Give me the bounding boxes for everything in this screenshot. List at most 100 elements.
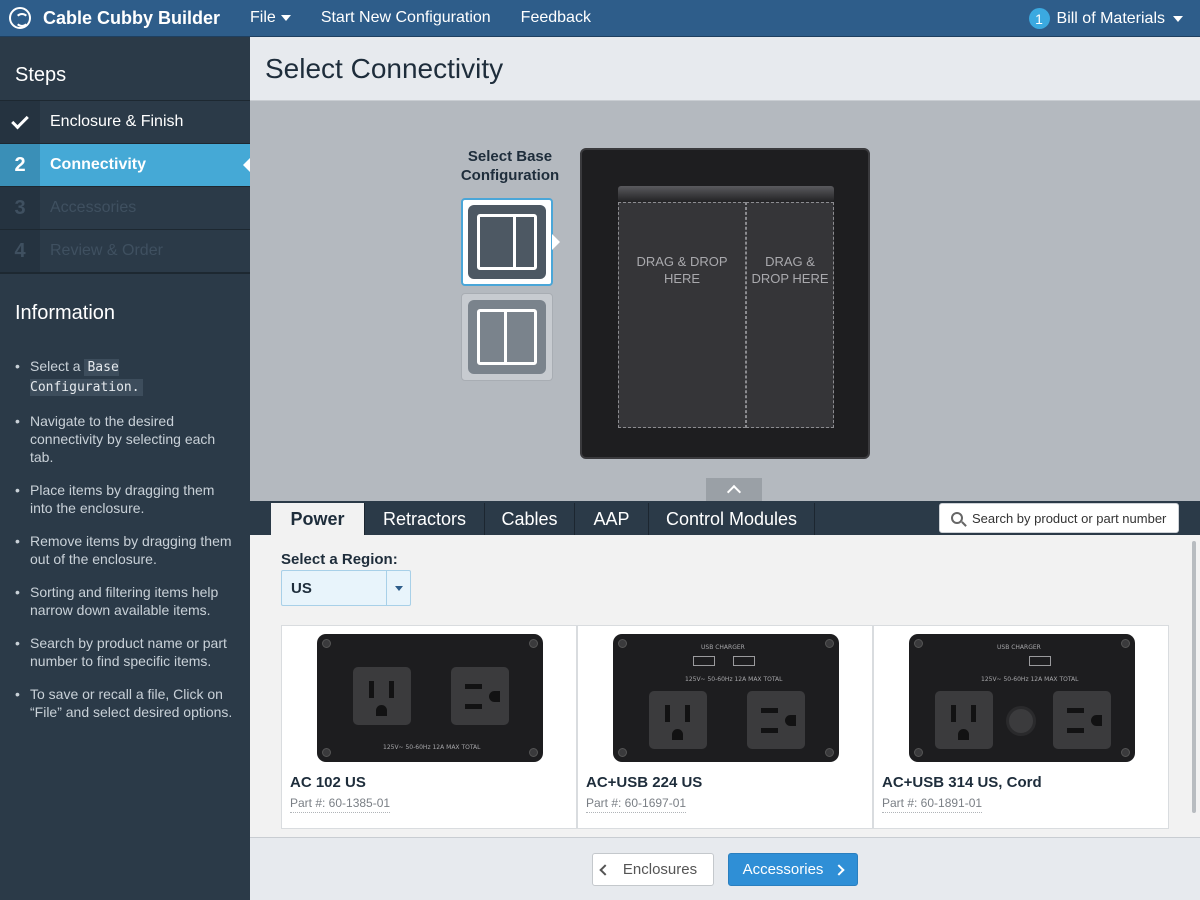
cord-grommet-icon [1006, 706, 1036, 736]
screw [618, 748, 627, 757]
back-button-label: Enclosures [622, 861, 698, 878]
usb-port-icon [733, 656, 755, 666]
base-config-preview [468, 205, 546, 279]
info-item-text: Select a [30, 358, 81, 374]
configuration-stage: Select Base Configuration DRAG & DROP HE… [250, 101, 1200, 501]
back-to-enclosures-button[interactable]: Enclosures [592, 853, 714, 886]
screw [914, 748, 923, 757]
screw [1121, 748, 1130, 757]
step-complete-marker [0, 101, 40, 143]
usb-port-icon [1029, 656, 1051, 666]
plate-rating-text: 125V~ 50-60Hz 12A MAX TOTAL [383, 744, 481, 751]
step-accessories: 3 Accessories [0, 187, 250, 230]
product-panel-scrollbar[interactable] [1192, 541, 1196, 813]
information-list: Select a Base Configuration. Navigate to… [0, 349, 250, 721]
caret-down-icon [280, 15, 291, 21]
next-button-label: Accessories [742, 861, 824, 878]
drop-zone-left[interactable]: DRAG & DROP HERE [618, 202, 746, 428]
step-enclosure-finish[interactable]: Enclosure & Finish [0, 101, 250, 144]
tab-aap[interactable]: AAP [575, 503, 649, 535]
split-layout-icon [477, 309, 537, 365]
region-select[interactable]: US [281, 570, 411, 606]
connectivity-tabs: Power Retractors Cables AAP Control Modu… [250, 501, 1200, 535]
screw [322, 639, 331, 648]
enclosure-preview: DRAG & DROP HERE DRAG & DROP HERE [580, 148, 870, 459]
info-item: Search by product name or part number to… [15, 634, 235, 670]
step-number: 2 [0, 144, 40, 186]
caret-down-icon [1173, 15, 1183, 22]
top-bar: Cable Cubby Builder File Start New Confi… [0, 0, 1200, 37]
enclosure-well: DRAG & DROP HERE DRAG & DROP HERE [618, 202, 834, 428]
screw [914, 639, 923, 648]
drop-zone-right[interactable]: DRAG & DROP HERE [746, 202, 834, 428]
product-part-number: Part #: 60-1891-01 [882, 796, 983, 813]
step-number: 3 [0, 187, 40, 229]
product-name: AC 102 US [290, 774, 366, 791]
feedback-link[interactable]: Feedback [521, 9, 591, 27]
step-review-order: 4 Review & Order [0, 230, 250, 273]
next-accessories-button[interactable]: Accessories [728, 853, 858, 886]
info-item: Sorting and filtering items help narrow … [15, 583, 235, 619]
footer-nav: Enclosures Accessories [250, 837, 1200, 900]
main-content: Select Connectivity Select Base Configur… [250, 37, 1200, 900]
app-logo-icon [9, 7, 31, 29]
product-card[interactable]: USB CHARGER 125V~ 50-60Hz 12A MAX TOTAL … [873, 625, 1169, 829]
screw [529, 639, 538, 648]
step-label: Accessories [50, 199, 137, 216]
step-connectivity[interactable]: 2 Connectivity [0, 144, 250, 187]
enclosure-lid [618, 186, 834, 202]
product-name: AC+USB 224 US [586, 774, 703, 791]
product-image-acusb314: USB CHARGER 125V~ 50-60Hz 12A MAX TOTAL [909, 634, 1135, 762]
start-new-configuration-link[interactable]: Start New Configuration [321, 9, 491, 27]
base-config-option-even[interactable] [461, 293, 553, 381]
chevron-right-icon [833, 863, 846, 876]
product-image-acusb224: USB CHARGER 125V~ 50-60Hz 12A MAX TOTAL [613, 634, 839, 762]
usb-charger-label: USB CHARGER [701, 644, 745, 651]
tab-control-modules[interactable]: Control Modules [649, 503, 815, 535]
chevron-left-icon [599, 863, 611, 876]
ac-outlet-icon [747, 691, 805, 749]
tab-cables[interactable]: Cables [485, 503, 575, 535]
product-part-number: Part #: 60-1385-01 [290, 796, 391, 813]
tab-retractors[interactable]: Retractors [365, 503, 485, 535]
step-number: 4 [0, 230, 40, 272]
step-label: Enclosure & Finish [50, 113, 184, 130]
info-item: To save or recall a file, Click on “File… [15, 685, 235, 721]
base-config-preview [468, 300, 546, 374]
usb-port-icon [693, 656, 715, 666]
step-label: Connectivity [50, 156, 147, 173]
search-icon [951, 512, 963, 524]
ac-outlet-icon [1053, 691, 1111, 749]
region-value: US [291, 579, 312, 597]
chevron-up-icon [726, 484, 742, 500]
base-config-option-uneven[interactable] [461, 198, 560, 286]
product-search [939, 503, 1179, 533]
dropdown-toggle[interactable] [386, 571, 410, 605]
app-title: Cable Cubby Builder [43, 7, 221, 28]
file-menu[interactable]: File [250, 9, 291, 27]
screw [529, 748, 538, 757]
product-list: 125V~ 50-60Hz 12A MAX TOTAL AC 102 US Pa… [281, 625, 1169, 829]
screw [618, 639, 627, 648]
product-card[interactable]: 125V~ 50-60Hz 12A MAX TOTAL AC 102 US Pa… [281, 625, 577, 829]
tab-power[interactable]: Power [271, 503, 365, 535]
plate-rating-text: 125V~ 50-60Hz 12A MAX TOTAL [685, 676, 783, 683]
screw [825, 748, 834, 757]
collapse-panel-button[interactable] [706, 478, 762, 501]
bill-of-materials-menu[interactable]: 1 Bill of Materials [1028, 0, 1183, 37]
page-title: Select Connectivity [250, 37, 1200, 101]
screw [1121, 639, 1130, 648]
steps-title: Steps [0, 37, 250, 101]
search-input[interactable] [972, 510, 1172, 526]
product-name: AC+USB 314 US, Cord [882, 774, 1042, 791]
bom-label: Bill of Materials [1056, 9, 1165, 27]
caret-down-icon [394, 585, 403, 591]
screw [322, 748, 331, 757]
product-part-number: Part #: 60-1697-01 [586, 796, 687, 813]
step-label: Review & Order [50, 242, 163, 259]
product-card[interactable]: USB CHARGER 125V~ 50-60Hz 12A MAX TOTAL … [577, 625, 873, 829]
ac-outlet-icon [649, 691, 707, 749]
usb-charger-label: USB CHARGER [997, 644, 1041, 651]
checkmark-icon [11, 111, 29, 129]
product-image-ac102: 125V~ 50-60Hz 12A MAX TOTAL [317, 634, 543, 762]
